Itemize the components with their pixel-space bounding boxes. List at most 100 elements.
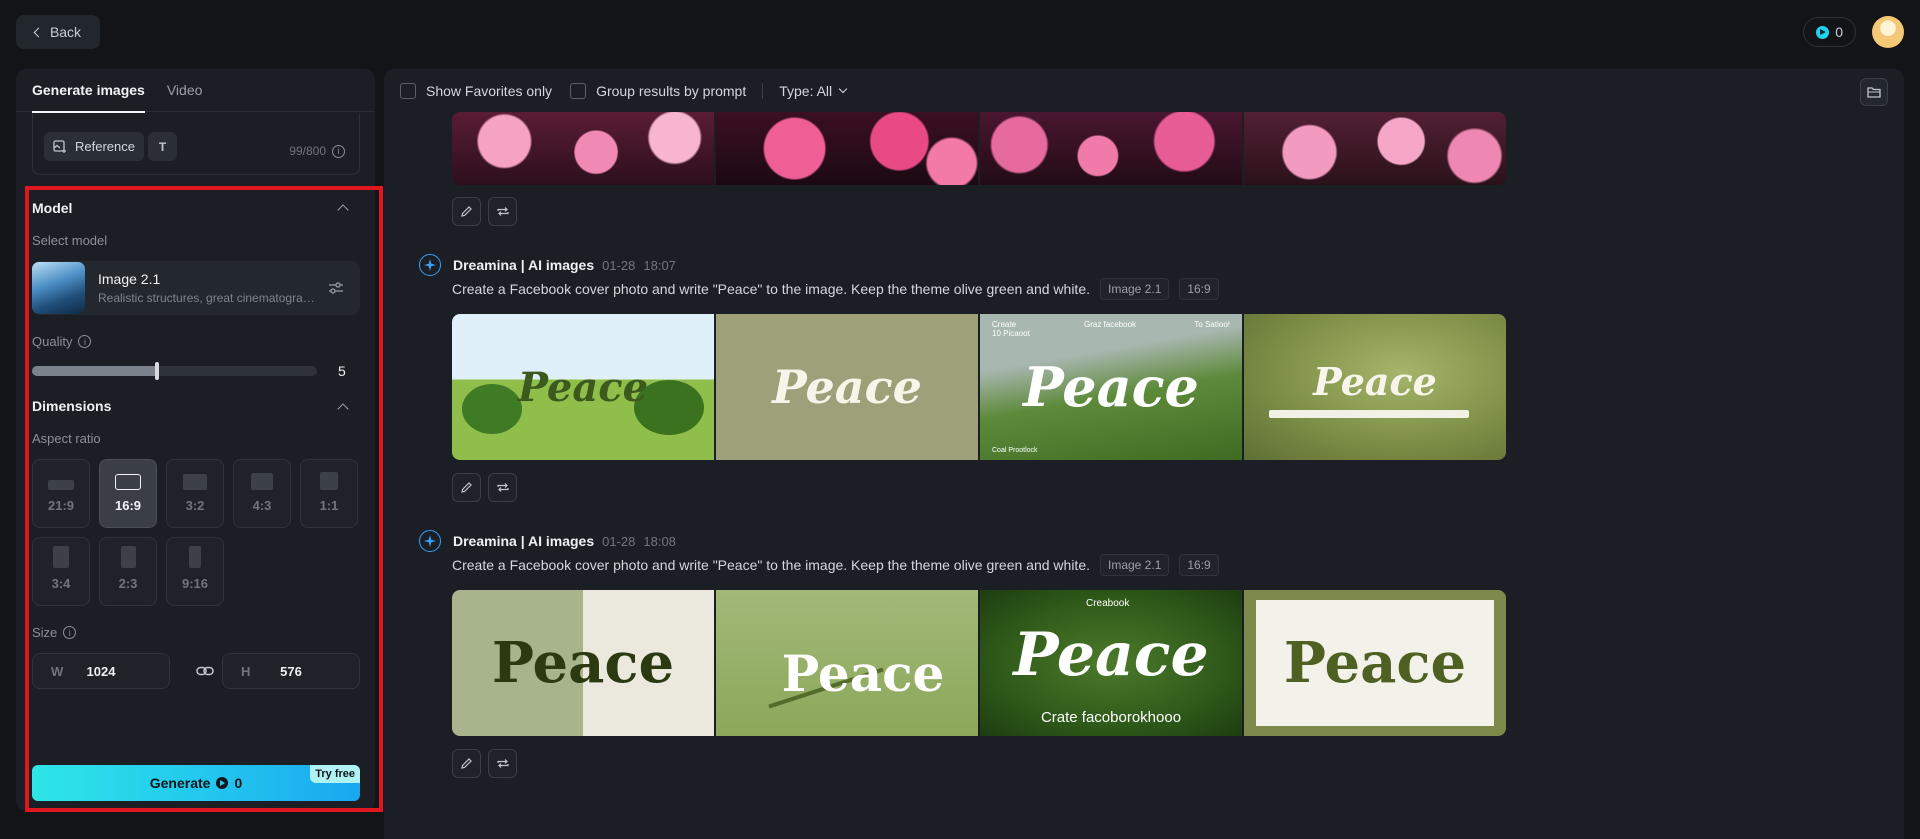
tree-shape: [462, 384, 522, 434]
generation-panel: Generate images Video Reference T 99/800…: [16, 69, 375, 811]
image-small-text: Create 10 Picaoot: [992, 320, 1030, 338]
size-label: Size i: [32, 625, 77, 640]
ratio-shape: [48, 480, 74, 490]
folder-icon: [1867, 87, 1881, 98]
regenerate-button[interactable]: [488, 749, 517, 778]
result-image[interactable]: Peace: [1244, 314, 1506, 460]
ratio-tag: 16:9: [1179, 278, 1219, 300]
reference-button[interactable]: Reference: [44, 132, 144, 161]
select-model-label: Select model: [32, 233, 108, 248]
result-image[interactable]: Peace: [1244, 590, 1506, 736]
ratio-label: 3:4: [51, 576, 71, 591]
back-label: Back: [49, 24, 82, 40]
image-text: Peace: [491, 630, 675, 696]
ratio-label: 2:3: [118, 576, 138, 591]
result-image[interactable]: Peace: [716, 590, 978, 736]
prompt-text: Create a Facebook cover photo and write …: [452, 557, 1090, 573]
image-small-text: Creabook: [1086, 598, 1130, 609]
try-free-badge: Try free: [310, 765, 360, 783]
ratio-label: 9:16: [181, 576, 209, 591]
ratio-4-3[interactable]: 4:3: [233, 459, 291, 528]
ratio-1-1[interactable]: 1:1: [300, 459, 358, 528]
model-tag: Image 2.1: [1100, 554, 1170, 576]
model-section-title: Model: [32, 200, 73, 216]
link-icon[interactable]: [195, 661, 215, 681]
group-results-label[interactable]: Group results by prompt: [596, 83, 746, 99]
chevron-up-icon[interactable]: [337, 204, 349, 216]
result-image[interactable]: Create 10 Picaoot Graz facebook To Satio…: [980, 314, 1242, 460]
ratio-shape: [53, 546, 69, 568]
ratio-2-3[interactable]: 2:3: [99, 537, 157, 606]
folder-button[interactable]: [1860, 78, 1888, 106]
ratio-label: 21:9: [47, 498, 75, 513]
result-image[interactable]: [452, 112, 714, 185]
result-image[interactable]: [716, 112, 978, 185]
chevron-up-icon[interactable]: [337, 403, 349, 415]
aspect-ratio-label: Aspect ratio: [32, 431, 101, 446]
result-image[interactable]: Peace: [452, 590, 714, 736]
results-panel: Show Favorites only Group results by pro…: [384, 69, 1904, 839]
prompt-text: Create a Facebook cover photo and write …: [452, 281, 1090, 297]
result-image[interactable]: [980, 112, 1242, 185]
quality-slider[interactable]: [32, 362, 317, 380]
show-favorites-label[interactable]: Show Favorites only: [426, 83, 552, 99]
chevron-down-icon[interactable]: [838, 84, 848, 94]
pencil-icon: [461, 758, 472, 769]
chevron-left-icon: [33, 27, 44, 37]
model-tag: Image 2.1: [1100, 278, 1170, 300]
ratio-shape: [189, 546, 201, 568]
regenerate-button[interactable]: [488, 473, 517, 502]
generate-button[interactable]: Generate 0 Try free: [32, 765, 360, 801]
text-tool-button[interactable]: T: [148, 132, 177, 161]
back-button[interactable]: Back: [16, 15, 100, 49]
reference-label: Reference: [75, 139, 135, 154]
ratio-16-9[interactable]: 16:9: [99, 459, 157, 528]
image-text: Peace: [1283, 630, 1467, 696]
edit-button[interactable]: [452, 749, 481, 778]
image-row-previous: [452, 112, 1506, 185]
ratio-21-9[interactable]: 21:9: [32, 459, 90, 528]
result-image[interactable]: Peace: [452, 314, 714, 460]
prompt-line: Create a Facebook cover photo and write …: [452, 554, 1219, 576]
height-field[interactable]: H 576: [222, 653, 360, 689]
quality-label-text: Quality: [32, 334, 73, 349]
credits-badge[interactable]: 0: [1803, 17, 1856, 47]
ratio-label: 3:2: [185, 498, 205, 513]
width-field[interactable]: W 1024: [32, 653, 170, 689]
regenerate-button[interactable]: [488, 197, 517, 226]
pencil-icon: [461, 206, 472, 217]
image-text: Peace: [1013, 620, 1209, 690]
group-checkbox[interactable]: [570, 83, 587, 99]
results-toolbar: Show Favorites only Group results by pro…: [400, 82, 848, 100]
image-small-text: Graz facebook: [1084, 320, 1137, 329]
edit-button[interactable]: [452, 197, 481, 226]
model-description: Realistic structures, great cinematograp…: [98, 291, 320, 305]
ratio-shape: [120, 546, 136, 568]
credit-icon: [1816, 25, 1830, 39]
tab-video[interactable]: Video: [167, 69, 203, 112]
ratio-9-16[interactable]: 9:16: [166, 537, 224, 606]
sliders-icon[interactable]: [328, 281, 344, 295]
ratio-tag: 16:9: [1179, 554, 1219, 576]
model-selector[interactable]: Image 2.1 Realistic structures, great ci…: [32, 261, 360, 315]
result-image[interactable]: [1244, 112, 1506, 185]
text-icon: T: [158, 139, 167, 154]
type-filter[interactable]: Type: All: [779, 83, 832, 99]
info-icon[interactable]: i: [332, 144, 345, 158]
tab-generate-images[interactable]: Generate images: [32, 69, 145, 113]
ratio-3-2[interactable]: 3:2: [166, 459, 224, 528]
ratio-3-4[interactable]: 3:4: [32, 537, 90, 606]
edit-button[interactable]: [452, 473, 481, 502]
image-small-text: To Satioo!: [1194, 320, 1230, 329]
avatar[interactable]: [1872, 16, 1904, 48]
dimensions-section-title: Dimensions: [32, 398, 112, 414]
result-image[interactable]: Creabook Peace Crate facoborokhooo: [980, 590, 1242, 736]
favorites-checkbox[interactable]: [400, 83, 416, 99]
quality-slider-handle[interactable]: [155, 362, 160, 380]
quality-value: 5: [338, 363, 346, 379]
result-time: 18:08: [643, 533, 676, 549]
info-icon[interactable]: i: [78, 335, 92, 348]
result-image[interactable]: Peace: [716, 314, 978, 460]
ratio-shape: [115, 474, 141, 490]
info-icon[interactable]: i: [63, 626, 77, 639]
